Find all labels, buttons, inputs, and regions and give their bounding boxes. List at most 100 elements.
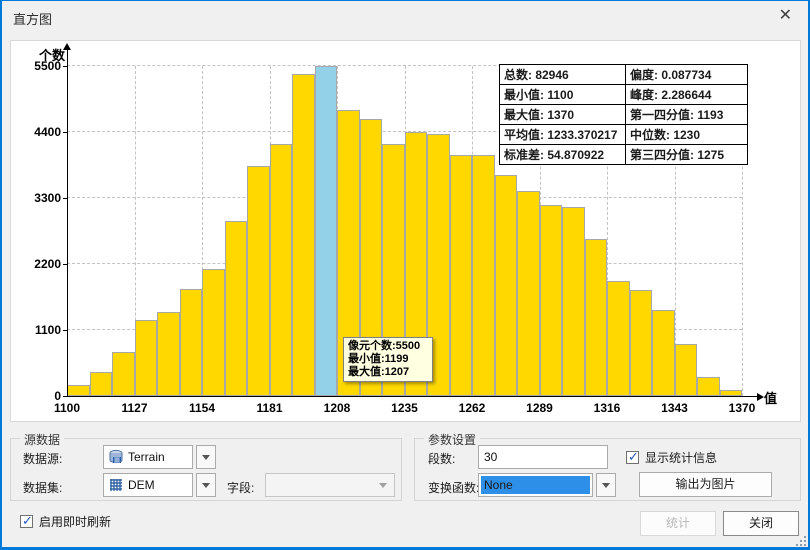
field-combobox — [265, 473, 395, 497]
x-tick-label: 1316 — [579, 401, 635, 415]
y-axis-line — [67, 49, 68, 397]
histogram-bar[interactable] — [562, 207, 585, 396]
histogram-bar[interactable] — [112, 352, 135, 396]
dataset-value: DEM — [128, 478, 155, 492]
stats-table-row: 平均值: 1233.370217中位数: 1230 — [500, 125, 748, 145]
y-tick-label: 4400 — [17, 125, 61, 139]
x-tick-label: 1262 — [444, 401, 500, 415]
transform-label: 变换函数: — [428, 479, 479, 496]
stats-cell: 第三四分值: 1275 — [626, 145, 748, 165]
tooltip-line: 像元个数:5500 — [348, 340, 428, 353]
stats-cell: 最小值: 1100 — [500, 85, 626, 105]
source-group-legend: 源数据 — [20, 431, 64, 448]
histogram-bar[interactable] — [585, 239, 608, 396]
histogram-bar[interactable] — [247, 166, 270, 396]
x-tick-label: 1100 — [39, 401, 95, 415]
histogram-bar[interactable] — [697, 377, 720, 396]
chart-panel: 个数 值 01100220033004400550011001127115411… — [10, 40, 801, 422]
x-tick-label: 1343 — [647, 401, 703, 415]
database-icon — [108, 449, 124, 465]
histogram-bar[interactable] — [607, 281, 630, 396]
y-tick-mark — [63, 198, 67, 199]
histogram-bar[interactable] — [157, 312, 180, 396]
stats-cell: 偏度: 0.087734 — [626, 65, 748, 85]
source-data-group: 源数据 数据源: Terrain 数据集: DEM — [10, 438, 402, 501]
stats-table: 总数: 82946偏度: 0.087734最小值: 1100峰度: 2.2866… — [499, 64, 748, 165]
x-axis-line — [67, 396, 757, 397]
dataset-dropdown-button[interactable] — [196, 473, 216, 497]
chevron-down-icon — [202, 455, 210, 460]
x-tick-label: 1235 — [377, 401, 433, 415]
stats-table-row: 最大值: 1370第一四分值: 1193 — [500, 105, 748, 125]
x-tick-label: 1289 — [512, 401, 568, 415]
export-image-button[interactable]: 输出为图片 — [639, 472, 772, 497]
stats-cell: 第一四分值: 1193 — [626, 105, 748, 125]
histogram-bar[interactable] — [450, 155, 473, 396]
stats-table-row: 标准差: 54.870922第三四分值: 1275 — [500, 145, 748, 165]
datasource-combobox[interactable]: Terrain — [103, 445, 193, 469]
y-tick-mark — [63, 396, 67, 397]
dataset-label: 数据集: — [23, 479, 62, 496]
histogram-bar[interactable] — [517, 191, 540, 396]
histogram-bar[interactable] — [135, 320, 158, 396]
chevron-down-icon — [602, 483, 610, 488]
transform-value: None — [481, 478, 513, 492]
x-axis-arrow-icon — [757, 393, 764, 401]
datasource-value: Terrain — [128, 450, 165, 464]
y-tick-mark — [63, 66, 67, 67]
y-tick-label: 2200 — [17, 257, 61, 271]
live-refresh-label: 启用即时刷新 — [39, 513, 111, 530]
close-icon[interactable]: ✕ — [779, 6, 792, 26]
y-tick-mark — [63, 330, 67, 331]
show-stats-checkbox[interactable]: ✓ 显示统计信息 — [626, 449, 717, 466]
field-dropdown-button — [374, 474, 392, 496]
transform-combobox[interactable]: None — [478, 473, 593, 497]
chevron-down-icon — [379, 483, 387, 488]
resize-grip-icon[interactable] — [797, 537, 806, 546]
bins-label: 段数: — [428, 450, 455, 467]
params-group-legend: 参数设置 — [424, 431, 480, 448]
x-tick-label: 1154 — [174, 401, 230, 415]
x-tick-label: 1208 — [309, 401, 365, 415]
grid-icon — [108, 477, 124, 493]
histogram-bar[interactable] — [180, 289, 203, 396]
dataset-combobox[interactable]: DEM — [103, 473, 193, 497]
tooltip-line: 最小值:1199 — [348, 353, 428, 366]
histogram-bar[interactable] — [675, 344, 698, 396]
histogram-bar[interactable] — [202, 269, 225, 396]
chevron-down-icon — [202, 483, 210, 488]
histogram-bar[interactable] — [472, 155, 495, 396]
y-tick-label: 1100 — [17, 323, 61, 337]
title-bar: 直方图 ✕ — [2, 1, 808, 31]
histogram-bar[interactable] — [270, 144, 293, 396]
bins-input[interactable] — [478, 445, 608, 469]
histogram-dialog: 直方图 ✕ 个数 值 01100220033004400550011001127… — [0, 0, 810, 550]
stats-cell: 峰度: 2.286644 — [626, 85, 748, 105]
statistics-button: 统计 — [640, 511, 716, 536]
x-tick-label: 1370 — [714, 401, 770, 415]
live-refresh-checkbox[interactable]: ✓ 启用即时刷新 — [20, 513, 111, 530]
x-tick-label: 1181 — [242, 401, 298, 415]
histogram-bar-selected[interactable] — [315, 66, 338, 396]
histogram-bar[interactable] — [630, 290, 653, 396]
stats-table-row: 最小值: 1100峰度: 2.286644 — [500, 85, 748, 105]
tooltip-line: 最大值:1207 — [348, 366, 428, 379]
y-tick-label: 5500 — [17, 59, 61, 73]
y-tick-mark — [63, 132, 67, 133]
stats-cell: 总数: 82946 — [500, 65, 626, 85]
transform-dropdown-button[interactable] — [596, 473, 616, 497]
stats-cell: 最大值: 1370 — [500, 105, 626, 125]
histogram-bar[interactable] — [540, 205, 563, 396]
histogram-bar[interactable] — [67, 385, 90, 396]
histogram-bar[interactable] — [225, 221, 248, 396]
close-button[interactable]: 关闭 — [723, 511, 799, 536]
y-tick-label: 3300 — [17, 191, 61, 205]
histogram-bar[interactable] — [495, 175, 518, 396]
datasource-dropdown-button[interactable] — [196, 445, 216, 469]
histogram-bar[interactable] — [652, 310, 675, 396]
stats-cell: 中位数: 1230 — [626, 125, 748, 145]
histogram-bar[interactable] — [90, 372, 113, 396]
histogram-bar[interactable] — [292, 74, 315, 396]
selected-item-highlight: None — [481, 476, 590, 494]
checkbox-checked-icon: ✓ — [626, 451, 639, 464]
